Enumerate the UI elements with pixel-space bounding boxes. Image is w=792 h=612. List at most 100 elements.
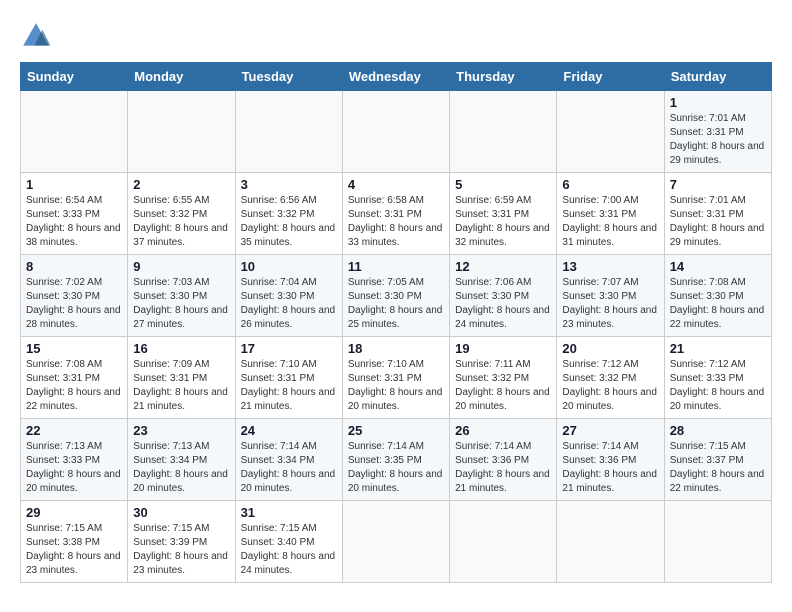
day-cell-12: 12 Sunrise: 7:06 AMSunset: 3:30 PMDaylig… bbox=[450, 255, 557, 337]
day-number: 18 bbox=[348, 341, 444, 356]
day-number: 16 bbox=[133, 341, 229, 356]
day-number: 29 bbox=[26, 505, 122, 520]
day-cell-29: 29 Sunrise: 7:15 AMSunset: 3:38 PMDaylig… bbox=[21, 501, 128, 583]
day-cell-21: 21 Sunrise: 7:12 AMSunset: 3:33 PMDaylig… bbox=[664, 337, 771, 419]
day-cell-7: 7 Sunrise: 7:01 AMSunset: 3:31 PMDayligh… bbox=[664, 173, 771, 255]
col-header-saturday: Saturday bbox=[664, 63, 771, 91]
page-header bbox=[20, 20, 772, 52]
empty-cell bbox=[342, 501, 449, 583]
day-number: 10 bbox=[241, 259, 337, 274]
empty-cell bbox=[128, 91, 235, 173]
day-info: Sunrise: 7:15 AMSunset: 3:37 PMDaylight:… bbox=[670, 440, 766, 496]
day-info: Sunrise: 7:01 AMSunset: 3:31 PMDaylight:… bbox=[670, 194, 766, 250]
day-number: 4 bbox=[348, 177, 444, 192]
day-number: 5 bbox=[455, 177, 551, 192]
day-number: 15 bbox=[26, 341, 122, 356]
day-cell-24: 24 Sunrise: 7:14 AMSunset: 3:34 PMDaylig… bbox=[235, 419, 342, 501]
day-cell-22: 22 Sunrise: 7:13 AMSunset: 3:33 PMDaylig… bbox=[21, 419, 128, 501]
col-header-monday: Monday bbox=[128, 63, 235, 91]
day-number: 22 bbox=[26, 423, 122, 438]
day-info: Sunrise: 7:05 AMSunset: 3:30 PMDaylight:… bbox=[348, 276, 444, 332]
day-cell-3: 3 Sunrise: 6:56 AMSunset: 3:32 PMDayligh… bbox=[235, 173, 342, 255]
day-cell-31: 31 Sunrise: 7:15 AMSunset: 3:40 PMDaylig… bbox=[235, 501, 342, 583]
day-cell-5: 5 Sunrise: 6:59 AMSunset: 3:31 PMDayligh… bbox=[450, 173, 557, 255]
day-number: 24 bbox=[241, 423, 337, 438]
day-number: 25 bbox=[348, 423, 444, 438]
day-cell-1: 1 Sunrise: 6:54 AMSunset: 3:33 PMDayligh… bbox=[21, 173, 128, 255]
empty-cell bbox=[664, 501, 771, 583]
day-info: Sunrise: 7:15 AMSunset: 3:38 PMDaylight:… bbox=[26, 522, 122, 578]
day-cell-14: 14 Sunrise: 7:08 AMSunset: 3:30 PMDaylig… bbox=[664, 255, 771, 337]
day-number: 13 bbox=[562, 259, 658, 274]
day-cell-15: 15 Sunrise: 7:08 AMSunset: 3:31 PMDaylig… bbox=[21, 337, 128, 419]
day-cell-13: 13 Sunrise: 7:07 AMSunset: 3:30 PMDaylig… bbox=[557, 255, 664, 337]
day-info: Sunrise: 7:13 AMSunset: 3:33 PMDaylight:… bbox=[26, 440, 122, 496]
day-info: Sunrise: 7:14 AMSunset: 3:36 PMDaylight:… bbox=[562, 440, 658, 496]
day-info: Sunrise: 7:14 AMSunset: 3:35 PMDaylight:… bbox=[348, 440, 444, 496]
logo bbox=[20, 20, 56, 52]
day-cell-23: 23 Sunrise: 7:13 AMSunset: 3:34 PMDaylig… bbox=[128, 419, 235, 501]
day-cell-16: 16 Sunrise: 7:09 AMSunset: 3:31 PMDaylig… bbox=[128, 337, 235, 419]
empty-cell bbox=[557, 501, 664, 583]
day-cell-18: 18 Sunrise: 7:10 AMSunset: 3:31 PMDaylig… bbox=[342, 337, 449, 419]
day-info: Sunrise: 6:58 AMSunset: 3:31 PMDaylight:… bbox=[348, 194, 444, 250]
day-number: 30 bbox=[133, 505, 229, 520]
day-cell-20: 20 Sunrise: 7:12 AMSunset: 3:32 PMDaylig… bbox=[557, 337, 664, 419]
day-number: 2 bbox=[133, 177, 229, 192]
day-cell-4: 4 Sunrise: 6:58 AMSunset: 3:31 PMDayligh… bbox=[342, 173, 449, 255]
day-info: Sunrise: 7:02 AMSunset: 3:30 PMDaylight:… bbox=[26, 276, 122, 332]
day-number: 1 bbox=[26, 177, 122, 192]
col-header-friday: Friday bbox=[557, 63, 664, 91]
day-info: Sunrise: 6:54 AMSunset: 3:33 PMDaylight:… bbox=[26, 194, 122, 250]
day-number: 20 bbox=[562, 341, 658, 356]
day-info: Sunrise: 7:04 AMSunset: 3:30 PMDaylight:… bbox=[241, 276, 337, 332]
day-cell-28: 28 Sunrise: 7:15 AMSunset: 3:37 PMDaylig… bbox=[664, 419, 771, 501]
empty-cell bbox=[450, 91, 557, 173]
day-info: Sunrise: 7:01 AMSunset: 3:31 PMDaylight:… bbox=[670, 112, 766, 168]
day-info: Sunrise: 7:14 AMSunset: 3:34 PMDaylight:… bbox=[241, 440, 337, 496]
day-info: Sunrise: 7:15 AMSunset: 3:39 PMDaylight:… bbox=[133, 522, 229, 578]
empty-cell bbox=[450, 501, 557, 583]
day-info: Sunrise: 7:07 AMSunset: 3:30 PMDaylight:… bbox=[562, 276, 658, 332]
day-number: 31 bbox=[241, 505, 337, 520]
day-info: Sunrise: 7:06 AMSunset: 3:30 PMDaylight:… bbox=[455, 276, 551, 332]
col-header-wednesday: Wednesday bbox=[342, 63, 449, 91]
calendar-table: SundayMondayTuesdayWednesdayThursdayFrid… bbox=[20, 62, 772, 583]
day-info: Sunrise: 7:08 AMSunset: 3:31 PMDaylight:… bbox=[26, 358, 122, 414]
day-cell-8: 8 Sunrise: 7:02 AMSunset: 3:30 PMDayligh… bbox=[21, 255, 128, 337]
day-cell-17: 17 Sunrise: 7:10 AMSunset: 3:31 PMDaylig… bbox=[235, 337, 342, 419]
day-info: Sunrise: 6:59 AMSunset: 3:31 PMDaylight:… bbox=[455, 194, 551, 250]
day-number: 17 bbox=[241, 341, 337, 356]
day-cell-26: 26 Sunrise: 7:14 AMSunset: 3:36 PMDaylig… bbox=[450, 419, 557, 501]
day-number: 14 bbox=[670, 259, 766, 274]
day-cell-27: 27 Sunrise: 7:14 AMSunset: 3:36 PMDaylig… bbox=[557, 419, 664, 501]
empty-cell bbox=[21, 91, 128, 173]
empty-cell bbox=[557, 91, 664, 173]
day-number: 12 bbox=[455, 259, 551, 274]
day-number: 6 bbox=[562, 177, 658, 192]
day-cell-9: 9 Sunrise: 7:03 AMSunset: 3:30 PMDayligh… bbox=[128, 255, 235, 337]
day-cell-2: 2 Sunrise: 6:55 AMSunset: 3:32 PMDayligh… bbox=[128, 173, 235, 255]
day-info: Sunrise: 7:00 AMSunset: 3:31 PMDaylight:… bbox=[562, 194, 658, 250]
day-cell-11: 11 Sunrise: 7:05 AMSunset: 3:30 PMDaylig… bbox=[342, 255, 449, 337]
day-cell-25: 25 Sunrise: 7:14 AMSunset: 3:35 PMDaylig… bbox=[342, 419, 449, 501]
day-number: 28 bbox=[670, 423, 766, 438]
logo-icon bbox=[20, 20, 52, 52]
day-number: 11 bbox=[348, 259, 444, 274]
day-info: Sunrise: 6:55 AMSunset: 3:32 PMDaylight:… bbox=[133, 194, 229, 250]
day-info: Sunrise: 7:09 AMSunset: 3:31 PMDaylight:… bbox=[133, 358, 229, 414]
day-number: 21 bbox=[670, 341, 766, 356]
day-number: 1 bbox=[670, 95, 766, 110]
col-header-tuesday: Tuesday bbox=[235, 63, 342, 91]
col-header-thursday: Thursday bbox=[450, 63, 557, 91]
day-info: Sunrise: 7:15 AMSunset: 3:40 PMDaylight:… bbox=[241, 522, 337, 578]
day-info: Sunrise: 7:13 AMSunset: 3:34 PMDaylight:… bbox=[133, 440, 229, 496]
day-number: 8 bbox=[26, 259, 122, 274]
day-cell-10: 10 Sunrise: 7:04 AMSunset: 3:30 PMDaylig… bbox=[235, 255, 342, 337]
day-cell-1: 1 Sunrise: 7:01 AMSunset: 3:31 PMDayligh… bbox=[664, 91, 771, 173]
day-cell-19: 19 Sunrise: 7:11 AMSunset: 3:32 PMDaylig… bbox=[450, 337, 557, 419]
day-number: 19 bbox=[455, 341, 551, 356]
day-info: Sunrise: 7:11 AMSunset: 3:32 PMDaylight:… bbox=[455, 358, 551, 414]
empty-cell bbox=[235, 91, 342, 173]
day-number: 3 bbox=[241, 177, 337, 192]
